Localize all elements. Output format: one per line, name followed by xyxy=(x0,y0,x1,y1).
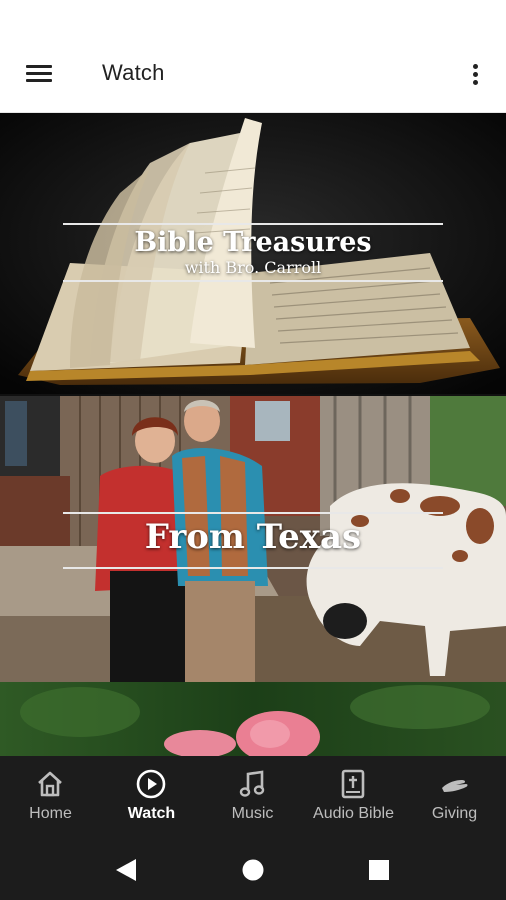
nav-label-giving: Giving xyxy=(431,805,478,822)
nav-item-home[interactable]: Home xyxy=(0,756,101,838)
title-rule-bottom xyxy=(63,280,443,282)
video-card-from-texas[interactable]: From Texas xyxy=(0,396,506,682)
nav-item-watch[interactable]: Watch xyxy=(101,756,202,838)
video-card-flowers[interactable] xyxy=(0,682,506,756)
music-note-icon xyxy=(239,770,265,797)
nav-item-giving[interactable]: Giving xyxy=(404,756,505,838)
nav-label-home: Home xyxy=(29,805,72,822)
card-title: Bible Treasures xyxy=(134,227,372,258)
back-triangle-icon[interactable] xyxy=(110,854,142,886)
card-title: From Texas xyxy=(144,517,362,557)
home-circle-icon[interactable] xyxy=(237,854,269,886)
video-list[interactable]: Bible Treasures with Bro. Carroll From T… xyxy=(0,113,506,756)
title-rule-top xyxy=(63,512,443,514)
app-bar: Watch xyxy=(0,36,506,113)
recents-square-icon[interactable] xyxy=(363,854,395,886)
nav-label-music: Music xyxy=(231,805,274,822)
video-card-bible-treasures[interactable]: Bible Treasures with Bro. Carroll xyxy=(0,113,506,394)
status-bar xyxy=(0,0,506,36)
page-title: Watch xyxy=(102,60,165,85)
bible-book-icon xyxy=(341,769,365,799)
more-vert-icon[interactable] xyxy=(462,58,490,92)
system-navigation-bar xyxy=(0,838,506,900)
title-rule-bottom xyxy=(63,567,443,569)
hamburger-menu-icon[interactable] xyxy=(18,56,62,92)
title-rule-top xyxy=(63,223,443,225)
nav-label-watch: Watch xyxy=(127,805,176,822)
play-circle-icon xyxy=(136,769,166,799)
pink-flowers-photo xyxy=(0,682,506,756)
nav-item-music[interactable]: Music xyxy=(202,756,303,838)
home-icon xyxy=(38,771,62,797)
bottom-navigation: Home Watch Music Audio Bible Giving xyxy=(0,756,506,838)
card-subtitle: with Bro. Carroll xyxy=(184,258,322,277)
giving-hand-icon xyxy=(442,780,468,792)
nav-item-audio-bible[interactable]: Audio Bible xyxy=(303,756,404,838)
nav-label-audio-bible: Audio Bible xyxy=(313,805,394,822)
